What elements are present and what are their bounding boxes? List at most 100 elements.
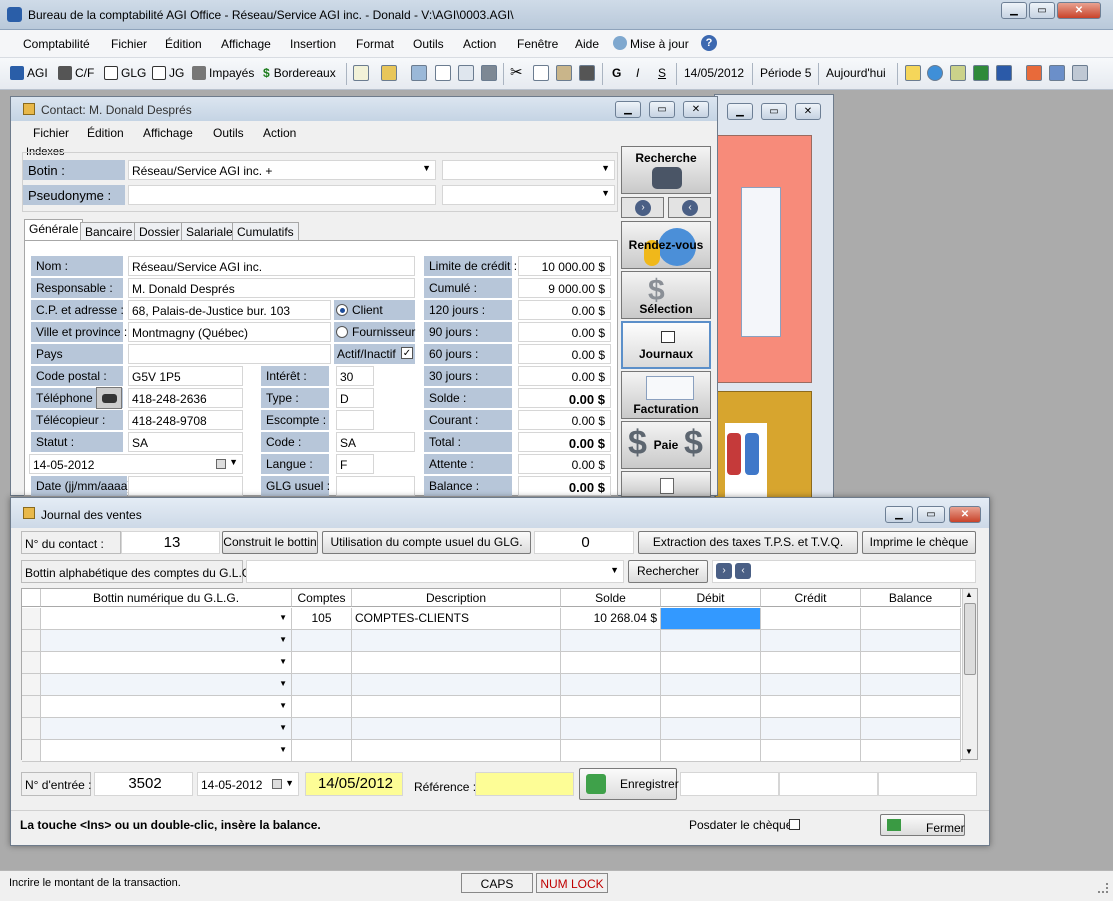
scroll-down-icon[interactable]: ▼ [965, 747, 973, 756]
menu-aide[interactable]: Aide [575, 37, 599, 51]
bg-maximize-button[interactable]: ▭ [761, 103, 787, 120]
grid-cell[interactable] [352, 674, 561, 696]
date-format-input[interactable] [128, 476, 243, 496]
col-credit[interactable]: Crédit [761, 589, 861, 607]
grid-cell[interactable] [661, 718, 761, 740]
actif-checkbox[interactable]: ✓ [401, 347, 413, 359]
grid-cell[interactable] [561, 696, 661, 718]
menu-insertion[interactable]: Insertion [290, 37, 336, 51]
resize-grip-icon[interactable] [1098, 883, 1108, 893]
menu-mise-a-jour[interactable]: Mise à jour [630, 37, 689, 51]
debit-cell-selected[interactable] [661, 608, 761, 630]
chevron-down-icon[interactable]: ▼ [279, 723, 287, 732]
grid-cell[interactable] [561, 652, 661, 674]
grid-cell[interactable]: ▼ [41, 674, 292, 696]
browser-icon[interactable] [927, 65, 943, 81]
contact-menu-edition[interactable]: Édition [87, 126, 124, 140]
menu-fenetre[interactable]: Fenêtre [517, 37, 558, 51]
tab-dossier[interactable]: Dossier [134, 222, 185, 241]
fournisseur-radio[interactable] [336, 326, 348, 338]
grid-cell[interactable] [861, 718, 961, 740]
tab-cumulatifs[interactable]: Cumulatifs [232, 222, 299, 241]
paste-icon[interactable] [556, 65, 572, 81]
bg-close-button[interactable]: ✕ [795, 103, 821, 120]
grid-cell[interactable] [352, 630, 561, 652]
dial-button[interactable] [96, 387, 122, 409]
paie-button[interactable]: $ $ Paie [621, 421, 711, 469]
postdater-checkbox[interactable] [789, 819, 800, 830]
pays-input[interactable] [128, 344, 331, 364]
responsable-input[interactable]: M. Donald Després [128, 278, 415, 298]
prev-record-button[interactable]: › [621, 197, 664, 218]
col-comptes[interactable]: Comptes [292, 589, 352, 607]
botin-select[interactable]: Réseau/Service AGI inc. + ▼ [128, 160, 436, 180]
italic-button[interactable]: I [636, 66, 639, 80]
pseudonyme-secondary-select[interactable]: ▼ [442, 185, 615, 205]
bg-minimize-button[interactable]: ▁ [727, 103, 753, 120]
grid-cell[interactable]: ▼ [41, 718, 292, 740]
enregistrer-button[interactable]: Enregistrer [579, 768, 679, 800]
grid-cell[interactable]: ▼ [41, 652, 292, 674]
recherche-button[interactable]: Recherche [621, 146, 711, 194]
nom-input[interactable]: Réseau/Service AGI inc. [128, 256, 415, 276]
ville-input[interactable]: Montmagny (Québec) [128, 322, 331, 342]
tab-generale[interactable]: Générale [24, 219, 84, 241]
grid-cell[interactable] [352, 740, 561, 762]
contact-menu-fichier[interactable]: Fichier [33, 126, 69, 140]
fournisseur-option[interactable]: Fournisseur [334, 322, 415, 342]
grid-cell[interactable] [861, 740, 961, 762]
contact-no-input[interactable]: 13 [121, 531, 220, 554]
toolbar-bordereaux[interactable]: $ Bordereaux [263, 66, 336, 80]
tab-bancaire[interactable]: Bancaire [80, 222, 138, 241]
fin-value[interactable]: 9 000.00 $ [518, 278, 611, 298]
contact-menu-affichage[interactable]: Affichage [143, 126, 193, 140]
escompte-input[interactable] [336, 410, 374, 430]
chart-icon[interactable] [1049, 65, 1065, 81]
help-icon[interactable]: ? [701, 35, 717, 51]
fin-value[interactable]: 0.00 $ [518, 410, 611, 430]
chevron-down-icon[interactable]: ▼ [279, 679, 287, 688]
cut-icon[interactable]: ✂ [510, 63, 523, 81]
grid-cell[interactable] [561, 674, 661, 696]
next-record-button[interactable]: ‹ [668, 197, 711, 218]
toolbar-date[interactable]: 14/05/2012 [684, 66, 744, 80]
imprime-cheque-button[interactable]: Imprime le chèque [862, 531, 976, 554]
chevron-down-icon[interactable]: ▼ [279, 745, 287, 754]
code-postal-input[interactable]: G5V 1P5 [128, 366, 243, 386]
nav-next-icon[interactable]: › [716, 563, 732, 579]
grid-scrollbar[interactable]: ▲ ▼ [962, 589, 977, 759]
grid-cell[interactable] [861, 630, 961, 652]
grid-cell[interactable] [761, 696, 861, 718]
grid-cell[interactable] [761, 674, 861, 696]
menu-action[interactable]: Action [463, 37, 496, 51]
selection-button[interactable]: $ Sélection [621, 271, 711, 319]
reference-input[interactable] [475, 772, 574, 796]
toolbar-jg[interactable]: JG [152, 66, 184, 80]
toolbar-agi[interactable]: AGI [10, 66, 48, 80]
journaux-button[interactable]: Journaux [621, 321, 711, 369]
fin-value[interactable]: 0.00 $ [518, 432, 611, 452]
fin-value[interactable]: 0.00 $ [518, 476, 611, 496]
grid-cell[interactable] [661, 652, 761, 674]
pseudonyme-input[interactable] [128, 185, 436, 205]
grid-cell[interactable] [561, 718, 661, 740]
grid-cell[interactable] [661, 740, 761, 762]
statut-input[interactable]: SA [128, 432, 243, 452]
entree-input[interactable]: 3502 [94, 772, 193, 796]
underline-button[interactable]: S [658, 66, 666, 80]
page-icon[interactable] [435, 65, 451, 81]
grid-cell[interactable] [661, 630, 761, 652]
client-radio[interactable] [336, 304, 348, 316]
menu-comptabilite[interactable]: Comptabilité [23, 37, 90, 51]
toolbar-cf[interactable]: C/F [58, 66, 94, 80]
entry-date-display[interactable]: 14/05/2012 [305, 772, 403, 796]
find-icon[interactable] [579, 65, 595, 81]
grid-cell[interactable] [561, 630, 661, 652]
grid-cell[interactable] [292, 630, 352, 652]
grid-cell[interactable] [292, 652, 352, 674]
journal-maximize-button[interactable]: ▭ [917, 506, 945, 523]
minimize-button[interactable]: ▁ [1001, 2, 1027, 19]
notepad-icon[interactable] [950, 65, 966, 81]
col-balance[interactable]: Balance [861, 589, 961, 607]
new-document-icon[interactable] [353, 65, 369, 81]
